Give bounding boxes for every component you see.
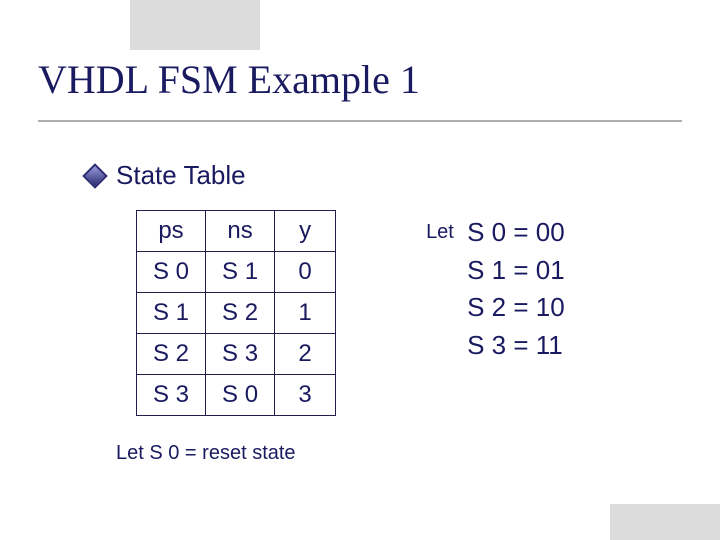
bullet-state-table: State Table [86,160,246,191]
col-ns: ns [206,211,275,252]
diamond-bullet-icon [82,163,107,188]
encoding-line: S 1 = 01 [467,255,565,285]
encoding-line: S 0 = 00 [467,217,565,247]
table-row: S 3 S 0 3 [137,375,336,416]
slide-title: VHDL FSM Example 1 [38,56,420,103]
encoding-lines: S 0 = 00 S 1 = 01 S 2 = 10 S 3 = 11 [467,214,565,365]
top-accent-bar [130,0,260,50]
bottom-accent-bar [610,504,720,540]
encoding-line: S 3 = 11 [467,330,563,360]
table-row: S 0 S 1 0 [137,252,336,293]
let-label: Let [426,214,454,247]
table-header-row: ps ns y [137,211,336,252]
state-table: ps ns y S 0 S 1 0 S 1 S 2 1 S 2 S 3 2 S … [136,210,336,416]
state-encodings: Let S 0 = 00 S 1 = 01 S 2 = 10 S 3 = 11 [426,214,565,365]
title-underline [38,120,682,122]
content-row: ps ns y S 0 S 1 0 S 1 S 2 1 S 2 S 3 2 S … [86,210,680,416]
bullet-label: State Table [116,160,246,191]
col-ps: ps [137,211,206,252]
col-y: y [275,211,336,252]
slide: VHDL FSM Example 1 State Table ps ns y S… [0,0,720,540]
table-row: S 1 S 2 1 [137,293,336,334]
encoding-line: S 2 = 10 [467,292,565,322]
table-row: S 2 S 3 2 [137,334,336,375]
reset-note: Let S 0 = reset state [116,442,296,465]
